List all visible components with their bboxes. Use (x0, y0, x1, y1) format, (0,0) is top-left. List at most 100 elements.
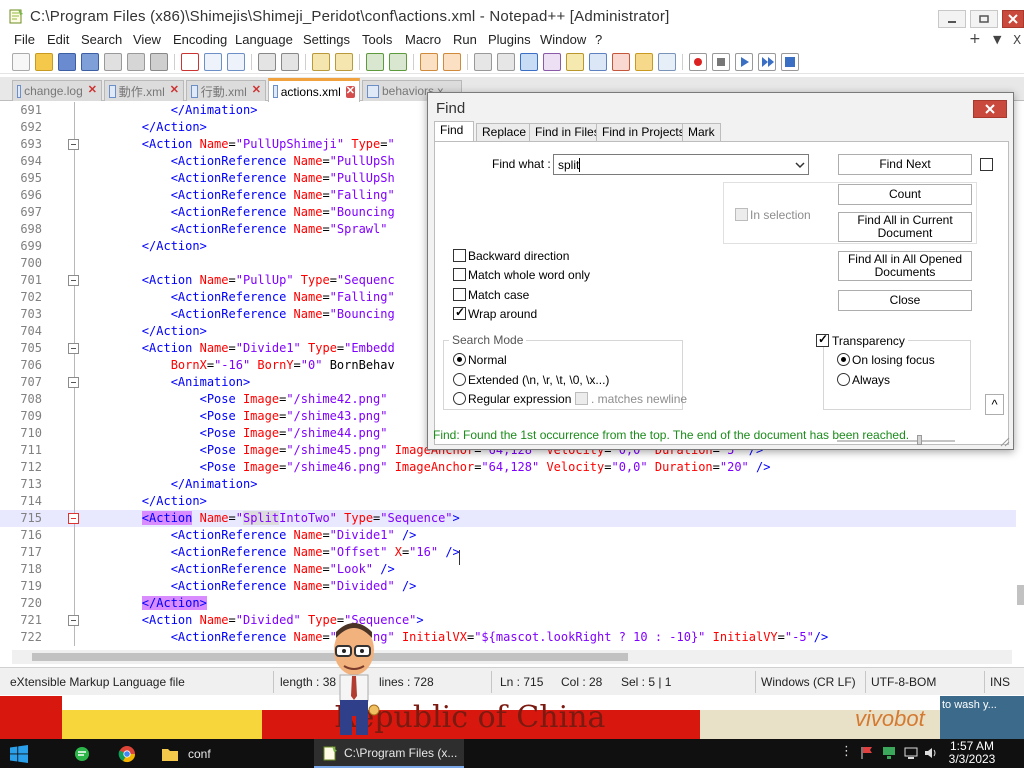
minimize-button[interactable] (938, 10, 966, 28)
cut-icon[interactable] (181, 53, 199, 71)
tab-actions-xml[interactable]: actions.xml ✕ (268, 78, 360, 102)
code-line[interactable]: 713 </Animation> (0, 476, 1016, 493)
taskbar-explorer-conf[interactable]: conf (154, 739, 300, 768)
copy-icon[interactable] (204, 53, 222, 71)
find-what-input[interactable]: split (553, 154, 809, 175)
zoom-out-icon[interactable] (389, 53, 407, 71)
fold-toggle-icon[interactable] (68, 275, 79, 286)
paste-icon[interactable] (227, 53, 245, 71)
dialog-close-button[interactable] (973, 100, 1007, 118)
tab-close-icon[interactable]: ✕ (345, 85, 355, 98)
code-line[interactable]: 714 </Action> (0, 493, 1016, 510)
tab-dousa-xml[interactable]: 動作.xml ✕ (104, 80, 184, 101)
regex-mode-radio[interactable] (453, 392, 466, 405)
extended-mode-radio[interactable] (453, 373, 466, 386)
close-file-icon[interactable] (104, 53, 122, 71)
tab-find-in-projects[interactable]: Find in Projects (596, 123, 691, 141)
menu-plugins[interactable]: Plugins (488, 32, 531, 47)
doc-list-icon[interactable] (589, 53, 607, 71)
tab-find[interactable]: Find (434, 121, 474, 142)
always-radio[interactable] (837, 373, 850, 386)
code-line[interactable]: 721 <Action Name="Divided" Type="Sequenc… (0, 612, 1016, 629)
chrome-icon[interactable] (118, 745, 136, 763)
menu-macro[interactable]: Macro (405, 32, 441, 47)
redo-icon[interactable] (281, 53, 299, 71)
menu-tools[interactable]: Tools (362, 32, 392, 47)
save-icon[interactable] (58, 53, 76, 71)
system-tray-more-icon[interactable]: ⋮ (840, 744, 854, 759)
print-icon[interactable] (150, 53, 168, 71)
code-line[interactable]: 715 <Action Name="SplitIntoTwo" Type="Se… (0, 510, 1016, 527)
shimeji-character[interactable] (326, 620, 386, 738)
tab-find-in-files[interactable]: Find in Files (529, 123, 606, 141)
fold-toggle-icon[interactable] (68, 139, 79, 150)
play-macro-icon[interactable] (735, 53, 753, 71)
on-losing-focus-radio[interactable] (837, 353, 850, 366)
sync-vertical-icon[interactable] (420, 53, 438, 71)
windows-start-icon[interactable] (10, 745, 28, 763)
fold-toggle-icon[interactable] (68, 343, 79, 354)
menu-language[interactable]: Language (235, 32, 293, 47)
indent-guide-icon[interactable] (520, 53, 538, 71)
find-all-current-document-button[interactable]: Find All in Current Document (838, 212, 972, 242)
tab-close-icon[interactable]: ✕ (88, 85, 97, 97)
find-next-option-checkbox[interactable] (980, 158, 993, 171)
taskbar-clock[interactable]: 1:57 AM 3/3/2023 (944, 740, 1000, 766)
find-all-opened-documents-button[interactable]: Find All in All Opened Documents (838, 251, 972, 281)
transparency-slider-thumb[interactable] (917, 435, 922, 445)
flag-icon[interactable] (860, 746, 874, 760)
fold-toggle-icon[interactable] (68, 615, 79, 626)
code-line[interactable]: 717 <ActionReference Name="Offset" X="16… (0, 544, 1016, 561)
match-case-checkbox[interactable] (453, 288, 466, 301)
count-button[interactable]: Count (838, 184, 972, 205)
backward-direction-checkbox[interactable] (453, 249, 466, 262)
app-icon-green[interactable] (74, 746, 90, 762)
chevron-down-icon[interactable] (795, 160, 805, 170)
menu-encoding[interactable]: Encoding (173, 32, 227, 47)
menu-file[interactable]: File (14, 32, 35, 47)
fold-toggle-icon[interactable] (68, 377, 79, 388)
resize-grip-icon[interactable] (1000, 437, 1010, 447)
new-file-icon[interactable] (12, 53, 30, 71)
normal-mode-radio[interactable] (453, 353, 466, 366)
horizontal-scrollbar[interactable] (12, 650, 1012, 664)
tab-close-icon[interactable]: ✕ (170, 85, 179, 97)
tab-list-dropdown[interactable]: ▼ (993, 33, 1001, 46)
menu-help[interactable]: ? (595, 32, 602, 47)
run-macro-multiple-icon[interactable] (758, 53, 776, 71)
find-next-button[interactable]: Find Next (838, 154, 972, 175)
save-macro-icon[interactable] (781, 53, 799, 71)
transparency-checkbox[interactable] (816, 332, 829, 347)
folder-as-workspace-icon[interactable] (635, 53, 653, 71)
code-line[interactable]: 720 </Action> (0, 595, 1016, 612)
save-all-icon[interactable] (81, 53, 99, 71)
close-document-x[interactable]: X (1013, 33, 1021, 47)
close-all-icon[interactable] (127, 53, 145, 71)
menu-search[interactable]: Search (81, 32, 122, 47)
function-list-icon[interactable] (612, 53, 630, 71)
menu-run[interactable]: Run (453, 32, 477, 47)
fold-toggle-icon[interactable] (68, 513, 79, 524)
udl-icon[interactable] (543, 53, 561, 71)
menu-settings[interactable]: Settings (303, 32, 350, 47)
volume-icon[interactable] (924, 746, 938, 760)
code-line[interactable]: 712 <Pose Image="/shime46.png" ImageAnch… (0, 459, 1016, 476)
close-window-button[interactable] (1002, 10, 1024, 28)
zoom-in-icon[interactable] (366, 53, 384, 71)
code-line[interactable]: 718 <ActionReference Name="Look" /> (0, 561, 1016, 578)
tab-change-log[interactable]: change.log ✕ (12, 80, 102, 101)
tab-replace[interactable]: Replace (476, 123, 533, 141)
monitoring-icon[interactable] (658, 53, 676, 71)
sync-horizontal-icon[interactable] (443, 53, 461, 71)
code-line[interactable]: 716 <ActionReference Name="Divide1" /> (0, 527, 1016, 544)
wrap-around-checkbox[interactable] (453, 305, 466, 320)
word-wrap-icon[interactable] (474, 53, 492, 71)
menu-edit[interactable]: Edit (47, 32, 69, 47)
doc-map-icon[interactable] (566, 53, 584, 71)
menu-window[interactable]: Window (540, 32, 586, 47)
vertical-scrollbar-thumb[interactable] (1017, 585, 1024, 605)
menu-view[interactable]: View (133, 32, 161, 47)
scroll-up-button[interactable]: ^ (985, 394, 1004, 415)
maximize-button[interactable] (970, 10, 998, 28)
tab-close-icon[interactable]: ✕ (252, 85, 261, 97)
